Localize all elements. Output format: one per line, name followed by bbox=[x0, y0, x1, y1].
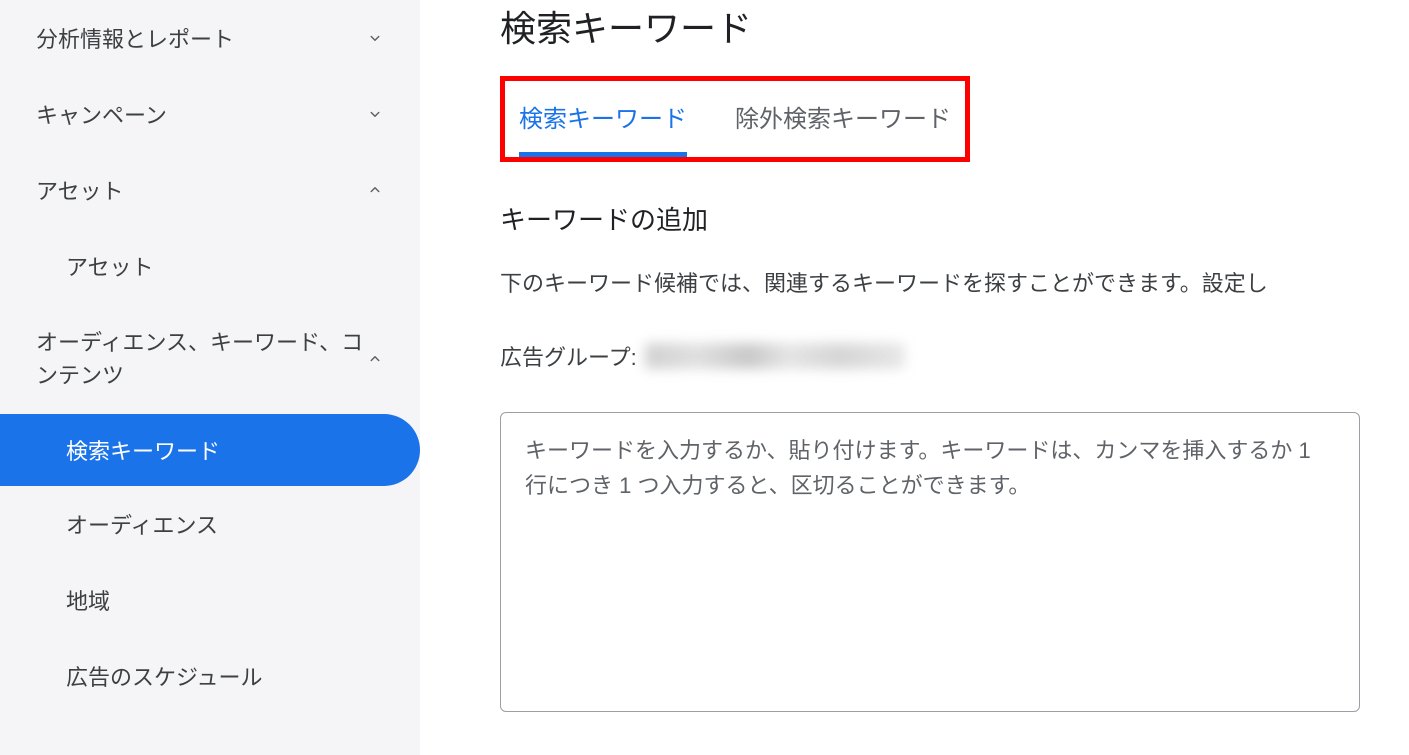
nav-label: 分析情報とレポート bbox=[36, 22, 234, 54]
nav-subitem-locations[interactable]: 地域 bbox=[0, 562, 420, 638]
nav-subitem-audiences[interactable]: オーディエンス bbox=[0, 486, 420, 562]
chevron-up-icon bbox=[366, 350, 384, 368]
ad-group-value-redacted bbox=[645, 343, 905, 369]
page-title: 検索キーワード bbox=[500, 0, 1409, 52]
nav-label: アセット bbox=[66, 250, 154, 282]
nav-label: 広告のスケジュール bbox=[66, 660, 262, 692]
tab-label: 検索キーワード bbox=[519, 106, 687, 133]
nav-item-audiences-keywords-content[interactable]: オーディエンス、キーワード、コンテンツ bbox=[0, 304, 420, 414]
ad-group-row: 広告グループ: bbox=[500, 340, 1409, 372]
tab-label: 除外検索キーワード bbox=[735, 106, 951, 133]
nav-subitem-search-keywords[interactable]: 検索キーワード bbox=[0, 414, 420, 486]
nav-label: オーディエンス、キーワード、コンテンツ bbox=[36, 326, 366, 392]
section-title: キーワードの追加 bbox=[500, 200, 1409, 237]
nav-item-analytics-reports[interactable]: 分析情報とレポート bbox=[0, 0, 420, 76]
nav-item-assets[interactable]: アセット bbox=[0, 152, 420, 228]
tabs: 検索キーワード 除外検索キーワード bbox=[519, 99, 951, 157]
nav-label: 地域 bbox=[66, 584, 110, 616]
nav-item-campaigns[interactable]: キャンペーン bbox=[0, 76, 420, 152]
tabs-highlight-annotation: 検索キーワード 除外検索キーワード bbox=[500, 76, 970, 162]
nav-label: キャンペーン bbox=[36, 98, 167, 130]
sidebar: 分析情報とレポート キャンペーン アセット アセット オーディエンス、キーワード… bbox=[0, 0, 420, 755]
tab-search-keywords[interactable]: 検索キーワード bbox=[519, 99, 687, 157]
nav-label: アセット bbox=[36, 174, 124, 206]
chevron-up-icon bbox=[366, 181, 384, 199]
ad-group-label: 広告グループ: bbox=[500, 340, 637, 372]
nav-subitem-assets[interactable]: アセット bbox=[0, 228, 420, 304]
main-content: 検索キーワード 検索キーワード 除外検索キーワード キーワードの追加 下のキーワ… bbox=[420, 0, 1409, 755]
nav-subitem-ad-schedule[interactable]: 広告のスケジュール bbox=[0, 638, 420, 714]
nav-label: オーディエンス bbox=[66, 508, 218, 540]
nav-label: 検索キーワード bbox=[66, 434, 220, 466]
chevron-down-icon bbox=[366, 29, 384, 47]
keyword-input[interactable] bbox=[500, 412, 1360, 712]
tab-negative-keywords[interactable]: 除外検索キーワード bbox=[735, 99, 951, 157]
chevron-down-icon bbox=[366, 105, 384, 123]
section-description: 下のキーワード候補では、関連するキーワードを探すことができます。設定し bbox=[500, 267, 1409, 300]
